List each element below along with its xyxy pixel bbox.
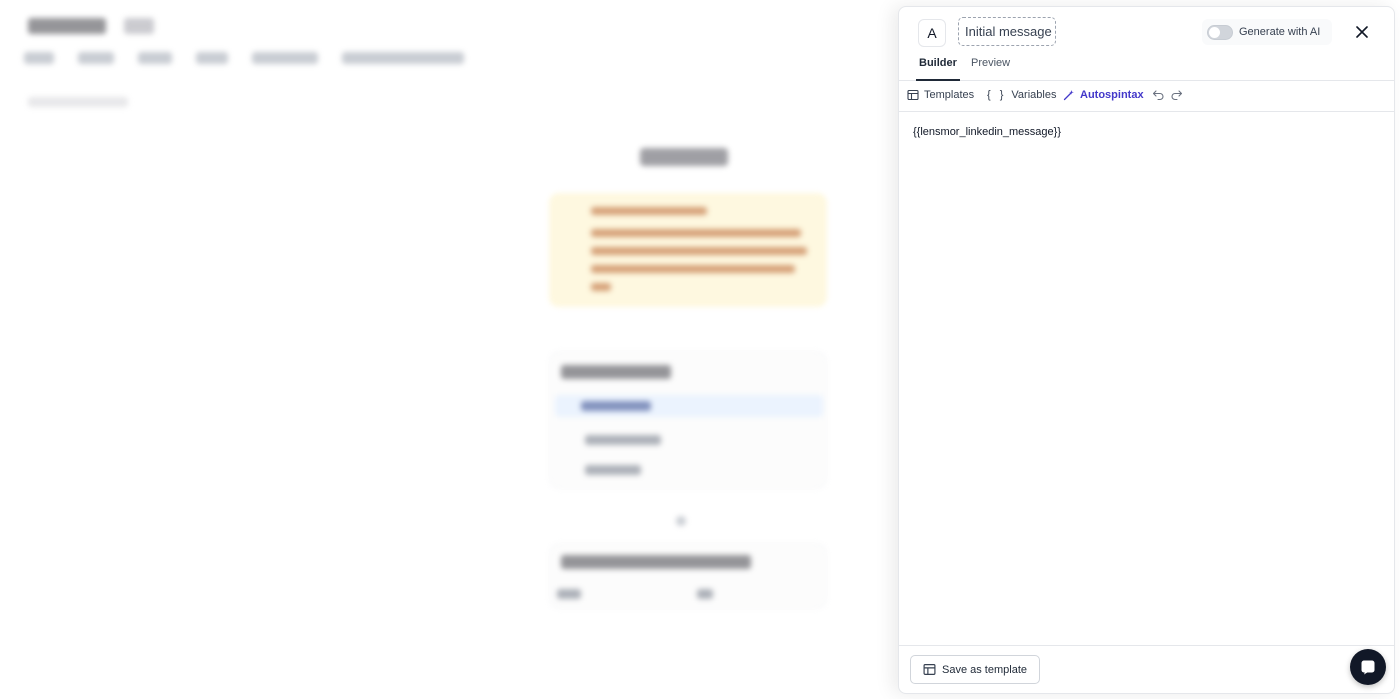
editor-footer: Save as template (899, 645, 1394, 693)
templates-label: Templates (924, 89, 975, 101)
bg-subheader (28, 97, 128, 107)
support-chat-button[interactable] (1350, 649, 1386, 685)
bg-card-condition (550, 544, 826, 608)
templates-button[interactable]: Templates (907, 89, 974, 101)
bg-card-step (550, 352, 826, 488)
variables-label: Variables (1011, 89, 1057, 101)
undo-icon (1152, 90, 1164, 101)
redo-button[interactable] (1170, 88, 1183, 106)
variables-icon: { } (987, 89, 1007, 101)
autospintax-button[interactable]: Autospintax (1063, 89, 1144, 101)
tab-builder[interactable]: Builder (916, 57, 960, 81)
bg-badge (124, 18, 154, 34)
generate-with-ai-label: Generate with AI (1239, 26, 1321, 38)
autospintax-wand-icon (1063, 90, 1074, 101)
bg-tabs (24, 52, 464, 64)
autospintax-label: Autospintax (1080, 89, 1144, 101)
save-as-template-button[interactable]: Save as template (910, 655, 1040, 684)
save-as-template-label: Save as template (942, 663, 1027, 676)
tab-preview[interactable]: Preview (971, 57, 1010, 81)
close-button[interactable] (1352, 22, 1372, 42)
templates-icon (907, 89, 919, 101)
bg-connector-dot (676, 516, 686, 526)
bg-card-note (550, 194, 826, 306)
bg-workspace-name (28, 18, 106, 34)
redo-icon (1171, 90, 1183, 101)
editor-toolbar: Templates { } Variables Autospintax (899, 81, 1394, 112)
message-editor-panel: A Initial message Generate with AI Build… (898, 6, 1395, 694)
close-icon (1356, 26, 1368, 38)
undo-button[interactable] (1152, 88, 1165, 106)
generate-with-ai-toggle[interactable] (1207, 24, 1233, 40)
save-template-icon (923, 664, 936, 675)
chat-icon (1361, 660, 1375, 675)
variables-button[interactable]: { } Variables (987, 89, 1056, 101)
message-title-input[interactable]: Initial message (958, 17, 1056, 46)
message-editor[interactable]: {{lensmor_linkedin_message}} (899, 113, 1394, 645)
editor-tabs: Builder Preview (899, 51, 1394, 81)
step-letter-badge: A (918, 19, 946, 47)
bg-flow-title (640, 148, 728, 166)
message-body-text: {{lensmor_linkedin_message}} (913, 126, 1061, 138)
generate-with-ai-toggle-group[interactable]: Generate with AI (1202, 19, 1332, 45)
